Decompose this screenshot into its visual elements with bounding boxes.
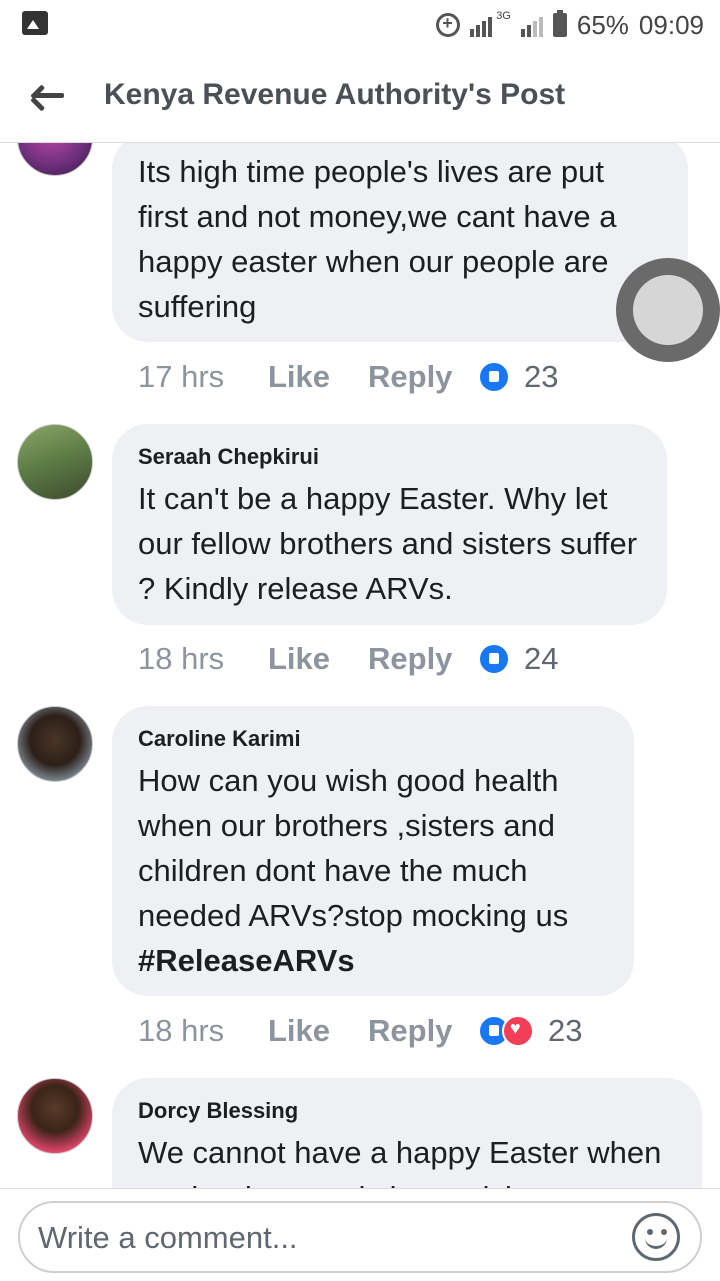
comment-actions: 17 hrs Like Reply 23	[138, 355, 558, 399]
comment-text: Its high time people's lives are put fir…	[138, 154, 617, 324]
love-icon	[502, 1015, 534, 1047]
gallery-icon	[22, 11, 48, 35]
reply-button[interactable]: Reply	[368, 1013, 478, 1049]
battery-icon	[552, 10, 567, 37]
comment-field-container[interactable]	[18, 1201, 702, 1273]
comment-author[interactable]: Caroline Karimi	[138, 726, 608, 752]
comment-text: We cannot have a happy Easter when our b…	[138, 1135, 662, 1188]
hashtag-link[interactable]: #ReleaseARVs	[138, 938, 608, 983]
signal-icon-2	[520, 13, 543, 37]
comment-actions: 18 hrs Like Reply 23	[138, 1009, 582, 1053]
network-type: 3G	[496, 10, 511, 22]
comment-composer	[0, 1188, 720, 1281]
like-button[interactable]: Like	[268, 1013, 368, 1049]
back-arrow-icon[interactable]	[28, 76, 68, 116]
comment-author[interactable]: Dorcy Blessing	[138, 1098, 676, 1124]
comment-time: 18 hrs	[138, 641, 225, 676]
page-title: Kenya Revenue Authority's Post	[104, 78, 566, 111]
like-icon	[478, 643, 510, 675]
reply-button[interactable]: Reply	[368, 641, 478, 677]
reply-button[interactable]: Reply	[368, 359, 478, 395]
reaction-count: 23	[548, 1013, 583, 1048]
app-bar: Kenya Revenue Authority's Post	[0, 50, 720, 143]
clock: 09:09	[638, 9, 704, 40]
like-button[interactable]: Like	[268, 641, 368, 677]
comment-time: 18 hrs	[138, 1013, 225, 1048]
comment-bubble[interactable]: Caroline Karimi How can you wish good he…	[112, 706, 634, 996]
avatar[interactable]	[17, 706, 93, 782]
status-bar: 3G 65% 09:09	[0, 0, 720, 50]
comment-text: It can't be a happy Easter. Why let our …	[138, 481, 638, 606]
comment-bubble[interactable]: Its high time people's lives are put fir…	[112, 143, 688, 342]
reaction-summary[interactable]: 24	[478, 641, 558, 677]
comment-bubble[interactable]: Dorcy Blessing We cannot have a happy Ea…	[112, 1078, 702, 1188]
reaction-count: 24	[524, 641, 559, 676]
comment-time: 17 hrs	[138, 359, 225, 394]
reaction-count: 23	[524, 359, 559, 394]
data-saver-icon	[436, 13, 461, 37]
like-button[interactable]: Like	[268, 359, 368, 395]
comment-body: How can you wish good health when our br…	[138, 763, 569, 933]
floating-chat-head[interactable]	[616, 258, 720, 362]
battery-level: 65%	[576, 9, 629, 40]
signal-icon	[470, 13, 493, 37]
like-icon	[478, 361, 510, 393]
comment-bubble[interactable]: Seraah Chepkirui It can't be a happy Eas…	[112, 424, 667, 625]
comments-list[interactable]: Its high time people's lives are put fir…	[0, 143, 720, 1188]
comment-actions: 18 hrs Like Reply 24	[138, 637, 558, 681]
avatar[interactable]	[17, 143, 93, 176]
avatar[interactable]	[17, 424, 93, 500]
comment-input[interactable]	[36, 1215, 620, 1261]
reaction-summary[interactable]: 23	[478, 1013, 582, 1049]
emoji-icon[interactable]	[632, 1213, 680, 1261]
avatar[interactable]	[17, 1078, 93, 1154]
comment-author[interactable]: Seraah Chepkirui	[138, 444, 641, 470]
reaction-summary[interactable]: 23	[478, 359, 558, 395]
comment-text: How can you wish good health when our br…	[138, 758, 608, 983]
